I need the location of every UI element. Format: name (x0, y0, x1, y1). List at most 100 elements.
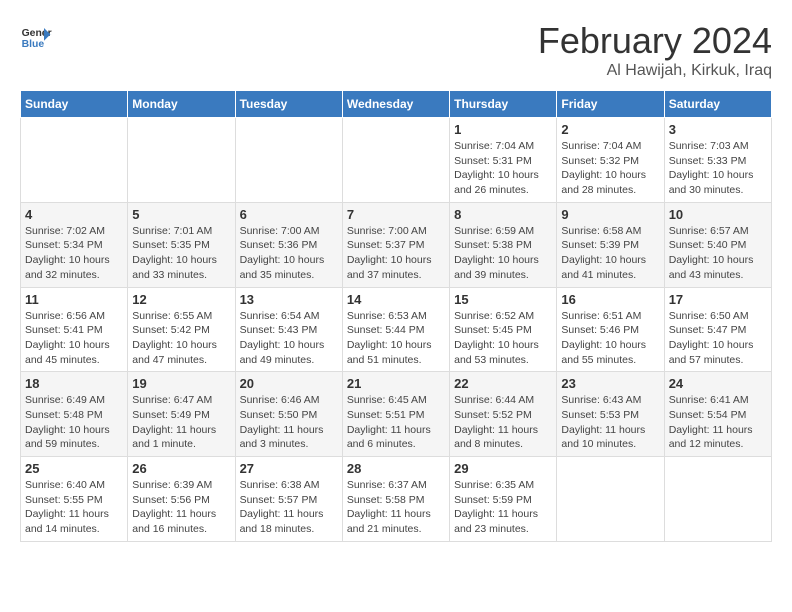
day-info: Sunrise: 6:59 AM Sunset: 5:38 PM Dayligh… (454, 224, 552, 283)
weekday-header-cell: Wednesday (342, 91, 449, 118)
calendar-cell: 3 Sunrise: 7:03 AM Sunset: 5:33 PM Daylig… (664, 118, 771, 203)
day-info: Sunrise: 6:56 AM Sunset: 5:41 PM Dayligh… (25, 309, 123, 368)
calendar-cell: 19 Sunrise: 6:47 AM Sunset: 5:49 PM Dayli… (128, 372, 235, 457)
day-info: Sunrise: 6:55 AM Sunset: 5:42 PM Dayligh… (132, 309, 230, 368)
day-info: Sunrise: 6:52 AM Sunset: 5:45 PM Dayligh… (454, 309, 552, 368)
day-info: Sunrise: 6:41 AM Sunset: 5:54 PM Dayligh… (669, 393, 767, 452)
day-info: Sunrise: 6:57 AM Sunset: 5:40 PM Dayligh… (669, 224, 767, 283)
calendar-cell (342, 118, 449, 203)
calendar-cell (128, 118, 235, 203)
calendar-week-row: 4 Sunrise: 7:02 AM Sunset: 5:34 PM Daylig… (21, 202, 772, 287)
calendar-cell: 12 Sunrise: 6:55 AM Sunset: 5:42 PM Dayli… (128, 287, 235, 372)
calendar-cell: 27 Sunrise: 6:38 AM Sunset: 5:57 PM Dayli… (235, 457, 342, 542)
calendar-cell: 17 Sunrise: 6:50 AM Sunset: 5:47 PM Dayli… (664, 287, 771, 372)
weekday-header-row: SundayMondayTuesdayWednesdayThursdayFrid… (21, 91, 772, 118)
calendar-cell: 29Sunrise: 6:35 AM Sunset: 5:59 PM Dayli… (450, 457, 557, 542)
calendar-cell (235, 118, 342, 203)
calendar-week-row: 1 Sunrise: 7:04 AM Sunset: 5:31 PM Daylig… (21, 118, 772, 203)
calendar-cell: 25 Sunrise: 6:40 AM Sunset: 5:55 PM Dayli… (21, 457, 128, 542)
day-info: Sunrise: 6:47 AM Sunset: 5:49 PM Dayligh… (132, 393, 230, 452)
day-number: 16 (561, 292, 659, 307)
day-info: Sunrise: 6:40 AM Sunset: 5:55 PM Dayligh… (25, 478, 123, 537)
day-info: Sunrise: 7:01 AM Sunset: 5:35 PM Dayligh… (132, 224, 230, 283)
calendar-cell: 13 Sunrise: 6:54 AM Sunset: 5:43 PM Dayli… (235, 287, 342, 372)
day-info: Sunrise: 6:44 AM Sunset: 5:52 PM Dayligh… (454, 393, 552, 452)
calendar-table: SundayMondayTuesdayWednesdayThursdayFrid… (20, 90, 772, 542)
calendar-week-row: 18Sunrise: 6:49 AM Sunset: 5:48 PM Dayli… (21, 372, 772, 457)
day-info: Sunrise: 6:54 AM Sunset: 5:43 PM Dayligh… (240, 309, 338, 368)
calendar-cell: 11 Sunrise: 6:56 AM Sunset: 5:41 PM Dayli… (21, 287, 128, 372)
day-info: Sunrise: 7:03 AM Sunset: 5:33 PM Dayligh… (669, 139, 767, 198)
calendar-cell: 20Sunrise: 6:46 AM Sunset: 5:50 PM Dayli… (235, 372, 342, 457)
day-number: 13 (240, 292, 338, 307)
day-number: 15 (454, 292, 552, 307)
calendar-cell: 24 Sunrise: 6:41 AM Sunset: 5:54 PM Dayli… (664, 372, 771, 457)
day-number: 9 (561, 207, 659, 222)
day-info: Sunrise: 6:37 AM Sunset: 5:58 PM Dayligh… (347, 478, 445, 537)
day-info: Sunrise: 6:50 AM Sunset: 5:47 PM Dayligh… (669, 309, 767, 368)
calendar-week-row: 11 Sunrise: 6:56 AM Sunset: 5:41 PM Dayli… (21, 287, 772, 372)
day-number: 14 (347, 292, 445, 307)
calendar-cell: 10 Sunrise: 6:57 AM Sunset: 5:40 PM Dayli… (664, 202, 771, 287)
day-number: 1 (454, 122, 552, 137)
svg-text:Blue: Blue (22, 39, 45, 50)
day-number: 24 (669, 376, 767, 391)
logo: General Blue (20, 20, 52, 52)
day-number: 11 (25, 292, 123, 307)
day-info: Sunrise: 7:00 AM Sunset: 5:37 PM Dayligh… (347, 224, 445, 283)
calendar-cell: 23Sunrise: 6:43 AM Sunset: 5:53 PM Dayli… (557, 372, 664, 457)
calendar-cell: 14Sunrise: 6:53 AM Sunset: 5:44 PM Dayli… (342, 287, 449, 372)
day-number: 25 (25, 461, 123, 476)
day-number: 7 (347, 207, 445, 222)
calendar-cell: 15 Sunrise: 6:52 AM Sunset: 5:45 PM Dayli… (450, 287, 557, 372)
day-info: Sunrise: 7:02 AM Sunset: 5:34 PM Dayligh… (25, 224, 123, 283)
month-year-title: February 2024 (538, 20, 772, 62)
weekday-header-cell: Saturday (664, 91, 771, 118)
day-number: 28 (347, 461, 445, 476)
page-header: General Blue February 2024 Al Hawijah, K… (20, 20, 772, 80)
weekday-header-cell: Tuesday (235, 91, 342, 118)
calendar-cell: 6 Sunrise: 7:00 AM Sunset: 5:36 PM Daylig… (235, 202, 342, 287)
day-number: 8 (454, 207, 552, 222)
day-number: 2 (561, 122, 659, 137)
day-number: 12 (132, 292, 230, 307)
calendar-cell (664, 457, 771, 542)
day-number: 5 (132, 207, 230, 222)
title-block: February 2024 Al Hawijah, Kirkuk, Iraq (538, 20, 772, 80)
day-info: Sunrise: 7:00 AM Sunset: 5:36 PM Dayligh… (240, 224, 338, 283)
calendar-cell: 28 Sunrise: 6:37 AM Sunset: 5:58 PM Dayli… (342, 457, 449, 542)
calendar-cell: 9Sunrise: 6:58 AM Sunset: 5:39 PM Daylig… (557, 202, 664, 287)
day-number: 19 (132, 376, 230, 391)
calendar-body: 1 Sunrise: 7:04 AM Sunset: 5:31 PM Daylig… (21, 118, 772, 542)
day-info: Sunrise: 6:39 AM Sunset: 5:56 PM Dayligh… (132, 478, 230, 537)
calendar-cell: 5 Sunrise: 7:01 AM Sunset: 5:35 PM Daylig… (128, 202, 235, 287)
weekday-header-cell: Sunday (21, 91, 128, 118)
calendar-week-row: 25 Sunrise: 6:40 AM Sunset: 5:55 PM Dayli… (21, 457, 772, 542)
day-info: Sunrise: 6:49 AM Sunset: 5:48 PM Dayligh… (25, 393, 123, 452)
calendar-cell: 21 Sunrise: 6:45 AM Sunset: 5:51 PM Dayli… (342, 372, 449, 457)
day-info: Sunrise: 6:51 AM Sunset: 5:46 PM Dayligh… (561, 309, 659, 368)
day-info: Sunrise: 6:46 AM Sunset: 5:50 PM Dayligh… (240, 393, 338, 452)
day-number: 21 (347, 376, 445, 391)
day-number: 10 (669, 207, 767, 222)
day-number: 17 (669, 292, 767, 307)
day-number: 6 (240, 207, 338, 222)
calendar-cell: 8 Sunrise: 6:59 AM Sunset: 5:38 PM Daylig… (450, 202, 557, 287)
calendar-cell (21, 118, 128, 203)
day-number: 22 (454, 376, 552, 391)
day-number: 3 (669, 122, 767, 137)
day-info: Sunrise: 7:04 AM Sunset: 5:32 PM Dayligh… (561, 139, 659, 198)
day-number: 27 (240, 461, 338, 476)
day-info: Sunrise: 7:04 AM Sunset: 5:31 PM Dayligh… (454, 139, 552, 198)
day-number: 4 (25, 207, 123, 222)
location-subtitle: Al Hawijah, Kirkuk, Iraq (538, 62, 772, 80)
day-info: Sunrise: 6:35 AM Sunset: 5:59 PM Dayligh… (454, 478, 552, 537)
day-number: 23 (561, 376, 659, 391)
calendar-cell: 16 Sunrise: 6:51 AM Sunset: 5:46 PM Dayli… (557, 287, 664, 372)
weekday-header-cell: Thursday (450, 91, 557, 118)
calendar-cell (557, 457, 664, 542)
day-info: Sunrise: 6:45 AM Sunset: 5:51 PM Dayligh… (347, 393, 445, 452)
calendar-cell: 22 Sunrise: 6:44 AM Sunset: 5:52 PM Dayli… (450, 372, 557, 457)
day-info: Sunrise: 6:38 AM Sunset: 5:57 PM Dayligh… (240, 478, 338, 537)
calendar-cell: 18Sunrise: 6:49 AM Sunset: 5:48 PM Dayli… (21, 372, 128, 457)
